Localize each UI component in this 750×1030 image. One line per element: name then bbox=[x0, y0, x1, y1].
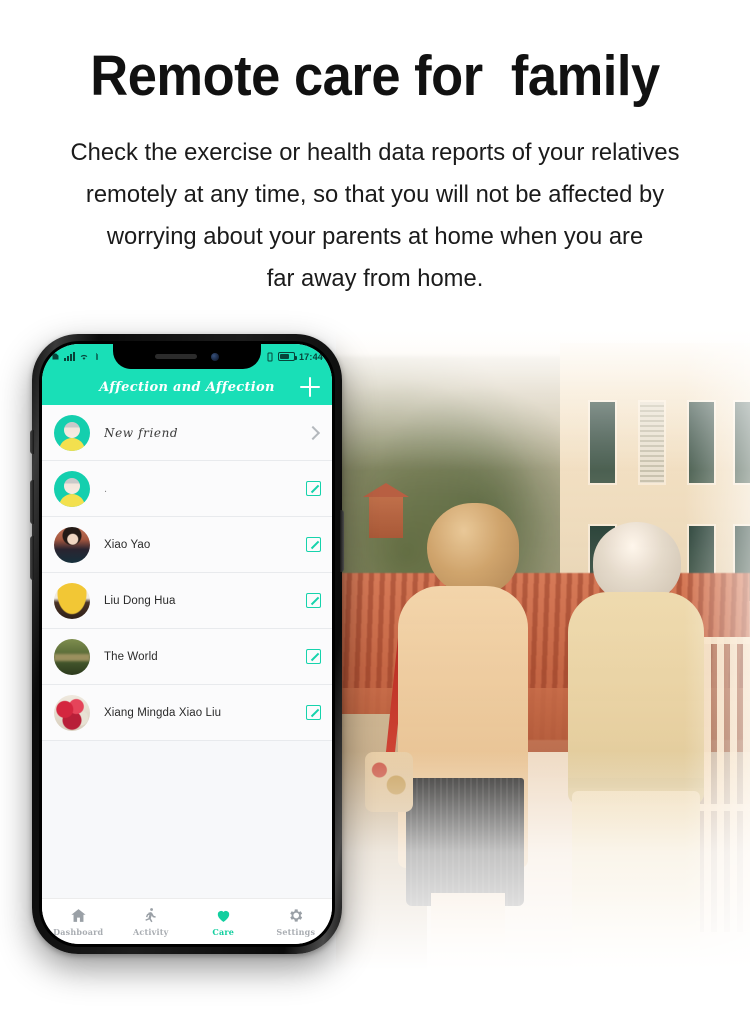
list-item-label: Xiang Mingda Xiao Liu bbox=[104, 706, 222, 719]
list-item[interactable]: The World bbox=[42, 629, 332, 685]
signal-bars-icon bbox=[64, 352, 75, 361]
avatar bbox=[54, 582, 90, 619]
list-item[interactable]: . bbox=[42, 461, 332, 517]
avatar bbox=[54, 526, 90, 563]
list-empty-area bbox=[42, 741, 332, 898]
description-line: remotely at any time, so that you will n… bbox=[85, 181, 665, 208]
status-right-icons: 17:44 bbox=[266, 352, 323, 362]
tab-dashboard[interactable]: Dashboard bbox=[42, 907, 115, 937]
bottom-tab-bar: Dashboard Activity Care Settings bbox=[42, 898, 332, 944]
contact-list[interactable]: New friend . Xiao Yao Liu Dong Hua The W… bbox=[42, 405, 332, 898]
wifi-icon bbox=[79, 352, 89, 361]
phone-screen: 17:44 Affection and Affection New friend bbox=[42, 344, 332, 944]
silence-switch[interactable] bbox=[30, 430, 34, 454]
phone-bezel: 17:44 Affection and Affection New friend bbox=[39, 341, 335, 947]
power-button[interactable] bbox=[340, 510, 344, 572]
avatar bbox=[54, 694, 90, 731]
sd-card-icon bbox=[51, 352, 60, 361]
gear-icon bbox=[287, 907, 304, 924]
app-bar: Affection and Affection bbox=[42, 369, 332, 405]
status-time: 17:44 bbox=[298, 351, 323, 362]
earpiece-speaker bbox=[155, 354, 197, 359]
list-item-label: New friend bbox=[104, 425, 179, 440]
tab-label: Care bbox=[212, 926, 235, 937]
tab-activity[interactable]: Activity bbox=[115, 907, 188, 937]
list-item[interactable]: Liu Dong Hua bbox=[42, 573, 332, 629]
volume-down-button[interactable] bbox=[30, 536, 34, 580]
edit-icon[interactable] bbox=[306, 649, 321, 664]
heart-icon bbox=[215, 907, 232, 924]
edit-icon[interactable] bbox=[306, 593, 321, 608]
description-line: worrying about your parents at home when… bbox=[106, 223, 644, 250]
list-item[interactable]: New friend bbox=[42, 405, 332, 461]
list-item-label: The World bbox=[104, 650, 158, 663]
sync-icon bbox=[93, 352, 101, 361]
description-line: far away from home. bbox=[266, 265, 484, 292]
edit-icon[interactable] bbox=[306, 537, 321, 552]
plus-icon[interactable] bbox=[300, 377, 320, 397]
list-item-label: . bbox=[104, 482, 108, 495]
page-title: Remote care for family bbox=[90, 44, 660, 108]
photo-fade-bottom bbox=[336, 752, 750, 970]
notch bbox=[113, 344, 261, 369]
front-camera-icon bbox=[211, 352, 219, 361]
avatar bbox=[54, 414, 90, 451]
list-item[interactable]: Xiao Yao bbox=[42, 517, 332, 573]
edit-icon[interactable] bbox=[306, 481, 321, 496]
home-indicator[interactable] bbox=[141, 942, 233, 944]
page-description: Check the exercise or health data report… bbox=[46, 132, 704, 300]
tab-care[interactable]: Care bbox=[187, 907, 260, 937]
tab-label: Activity bbox=[133, 926, 169, 937]
phone-mockup: 17:44 Affection and Affection New friend bbox=[30, 334, 344, 954]
promo-page: Remote care for family Check the exercis… bbox=[0, 0, 750, 1030]
description-line: Check the exercise or health data report… bbox=[70, 139, 680, 166]
list-item-label: Liu Dong Hua bbox=[104, 594, 176, 607]
vibrate-icon bbox=[266, 352, 274, 362]
chevron-right-icon[interactable] bbox=[305, 425, 321, 440]
avatar bbox=[54, 470, 90, 507]
avatar bbox=[54, 638, 90, 675]
list-item-label: Xiao Yao bbox=[104, 538, 151, 551]
list-item[interactable]: Xiang Mingda Xiao Liu bbox=[42, 685, 332, 741]
edit-icon[interactable] bbox=[306, 705, 321, 720]
tab-label: Settings bbox=[276, 926, 316, 937]
app-bar-title: Affection and Affection bbox=[99, 379, 275, 395]
tab-settings[interactable]: Settings bbox=[260, 907, 333, 937]
tab-label: Dashboard bbox=[53, 926, 104, 937]
running-icon bbox=[142, 907, 159, 924]
home-icon bbox=[70, 907, 87, 924]
elderly-couple-photo bbox=[336, 330, 750, 970]
battery-icon bbox=[277, 352, 297, 361]
volume-up-button[interactable] bbox=[30, 480, 34, 524]
